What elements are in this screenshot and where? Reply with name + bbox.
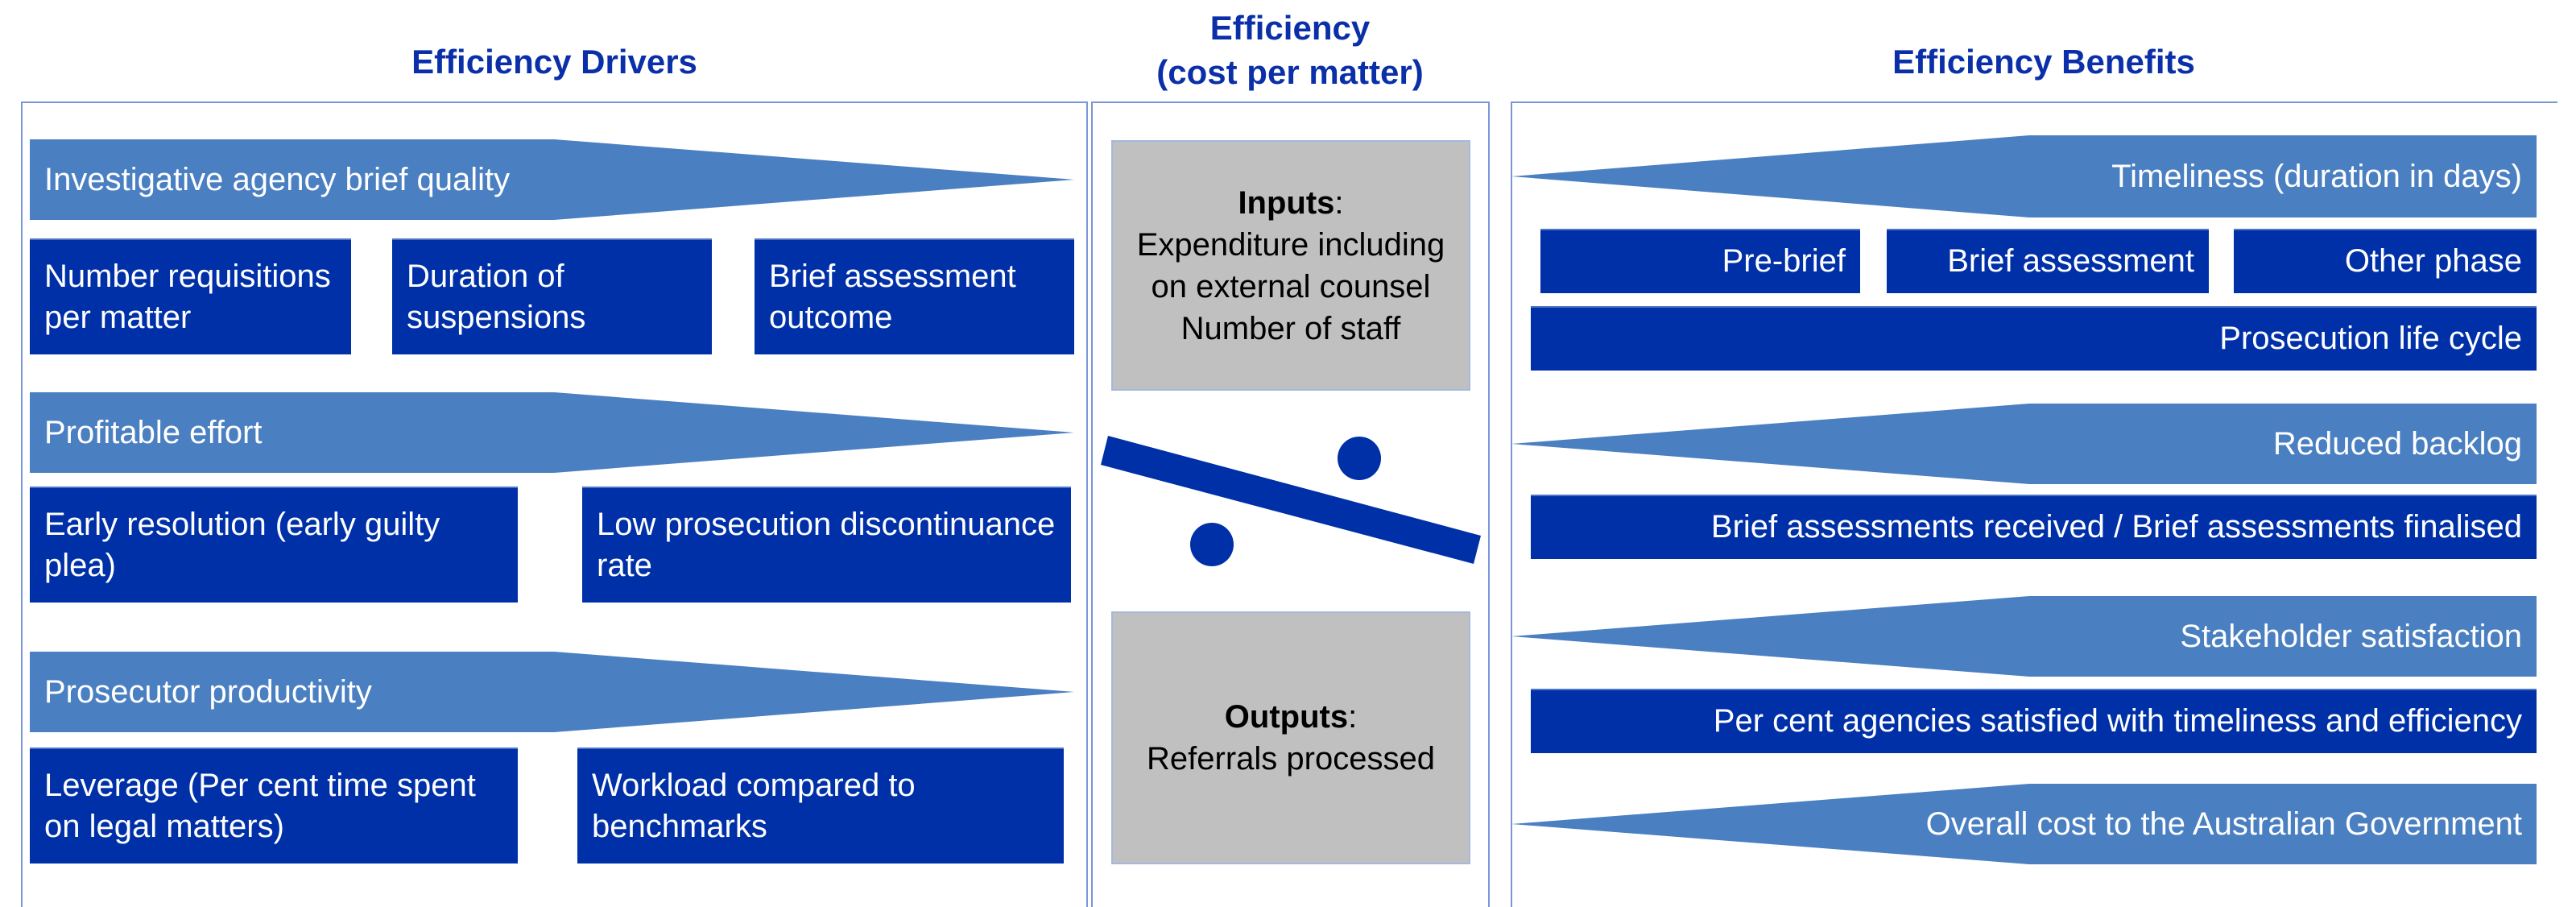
outputs-heading: Outputs:: [1225, 696, 1357, 738]
driver-item: Workload compared to benchmarks: [577, 748, 1064, 864]
benefit-label: Reduced backlog: [2272, 425, 2522, 462]
benefit-arrow-satisfaction: Stakeholder satisfaction: [1511, 596, 2537, 677]
driver-item: Low prosecution discontinuance rate: [582, 487, 1071, 603]
outputs-colon: :: [1348, 699, 1358, 735]
inputs-colon: :: [1334, 184, 1344, 221]
benefit-arrow-overall-cost: Overall cost to the Australian Governmen…: [1511, 784, 2537, 864]
phase-text: Pre-brief: [1722, 243, 1846, 280]
measure-text: Per cent agencies satisfied with timelin…: [1713, 703, 2522, 739]
outputs-line: Referrals processed: [1147, 741, 1435, 777]
inputs-title: Inputs: [1238, 184, 1335, 221]
driver-item: Number requisitions per matter: [30, 238, 351, 354]
driver-arrow-prosecutor-productivity: Prosecutor productivity: [30, 652, 1074, 732]
benefit-measure-satisfaction: Per cent agencies satisfied with timelin…: [1531, 689, 2537, 753]
driver-label: Prosecutor productivity: [44, 673, 372, 710]
driver-item-text: Low prosecution discontinuance rate: [597, 506, 1056, 583]
measure-text: Prosecution life cycle: [2219, 321, 2522, 357]
efficiency-header-subtitle: (cost per matter): [1156, 52, 1424, 91]
drivers-header: Efficiency Drivers: [411, 43, 697, 81]
outputs-box: Outputs: Referrals processed: [1111, 611, 1470, 864]
driver-item-text: Brief assessment outcome: [769, 258, 1016, 335]
efficiency-header: Efficiency (cost per matter): [1092, 6, 1488, 94]
inputs-heading: Inputs:: [1238, 182, 1343, 224]
driver-item-text: Early resolution (early guilty plea): [44, 506, 440, 583]
measure-text: Brief assessments received / Brief asses…: [1710, 509, 2522, 545]
percent-division-icon: [1101, 436, 1481, 566]
inputs-line: Expenditure including: [1136, 226, 1445, 263]
driver-item: Early resolution (early guilty plea): [30, 487, 518, 603]
denominator-dot: [1190, 523, 1234, 566]
division-bar: [1101, 436, 1481, 564]
driver-label: Profitable effort: [44, 414, 263, 450]
benefit-measure-life-cycle: Prosecution life cycle: [1531, 306, 2537, 371]
phase-text: Other phase: [2344, 243, 2522, 280]
phase-box-other-phase: Other phase: [2234, 229, 2537, 293]
phase-text: Brief assessment: [1947, 243, 2194, 280]
phase-box-pre-brief: Pre-brief: [1540, 229, 1860, 293]
benefit-label: Stakeholder satisfaction: [2180, 618, 2522, 654]
inputs-line: on external counsel: [1151, 268, 1431, 304]
driver-item: Leverage (Per cent time spent on legal m…: [30, 748, 518, 864]
driver-label: Investigative agency brief quality: [44, 161, 511, 197]
numerator-dot: [1338, 437, 1381, 480]
driver-item-text: Leverage (Per cent time spent on legal m…: [44, 767, 476, 844]
driver-item-text: Number requisitions per matter: [44, 258, 331, 335]
benefit-label: Timeliness (duration in days): [2111, 158, 2522, 194]
efficiency-header-title: Efficiency: [1209, 9, 1371, 47]
inputs-line: Number of staff: [1180, 310, 1401, 346]
driver-arrow-brief-quality: Investigative agency brief quality: [30, 139, 1074, 220]
driver-item: Brief assessment outcome: [755, 238, 1074, 354]
benefit-label: Overall cost to the Australian Governmen…: [1925, 806, 2522, 842]
driver-arrow-profitable-effort: Profitable effort: [30, 392, 1074, 473]
driver-item: Duration of suspensions: [392, 238, 712, 354]
driver-item-text: Duration of suspensions: [407, 258, 586, 335]
benefit-arrow-backlog: Reduced backlog: [1511, 404, 2537, 484]
inputs-box: Inputs: Expenditure including on externa…: [1111, 140, 1470, 391]
phase-box-brief-assessment: Brief assessment: [1887, 229, 2209, 293]
benefit-arrow-timeliness: Timeliness (duration in days): [1511, 135, 2537, 217]
benefit-measure-backlog: Brief assessments received / Brief asses…: [1531, 495, 2537, 559]
driver-item-text: Workload compared to benchmarks: [592, 767, 916, 844]
outputs-title: Outputs: [1224, 699, 1349, 735]
benefits-header: Efficiency Benefits: [1892, 43, 2195, 81]
